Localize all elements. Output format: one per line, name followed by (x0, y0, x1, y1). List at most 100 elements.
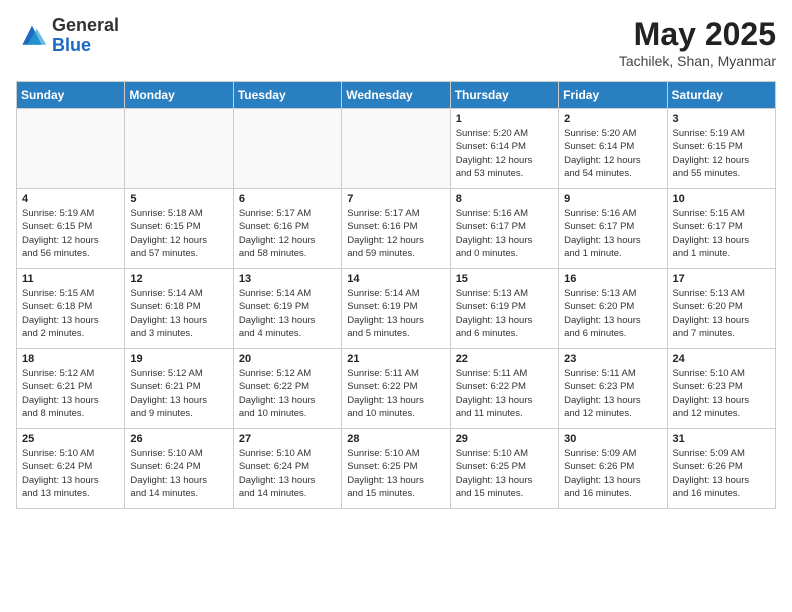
weekday-header: Saturday (667, 82, 775, 109)
day-number: 1 (456, 113, 553, 125)
day-info: Sunrise: 5:13 AM Sunset: 6:20 PM Dayligh… (564, 287, 661, 340)
table-row: 21 Sunrise: 5:11 AM Sunset: 6:22 PM Dayli… (342, 349, 450, 429)
day-info: Sunrise: 5:14 AM Sunset: 6:18 PM Dayligh… (130, 287, 227, 340)
day-info: Sunrise: 5:10 AM Sunset: 6:24 PM Dayligh… (22, 447, 119, 500)
day-info: Sunrise: 5:12 AM Sunset: 6:21 PM Dayligh… (130, 367, 227, 420)
day-number: 8 (456, 193, 553, 205)
logo-general: General (52, 15, 119, 35)
logo-blue: Blue (52, 35, 91, 55)
title-block: May 2025 Tachilek, Shan, Myanmar (619, 16, 776, 69)
day-info: Sunrise: 5:10 AM Sunset: 6:24 PM Dayligh… (239, 447, 336, 500)
weekday-header: Sunday (17, 82, 125, 109)
day-info: Sunrise: 5:17 AM Sunset: 6:16 PM Dayligh… (239, 207, 336, 260)
calendar: SundayMondayTuesdayWednesdayThursdayFrid… (16, 81, 776, 509)
day-number: 28 (347, 433, 444, 445)
day-number: 30 (564, 433, 661, 445)
day-info: Sunrise: 5:14 AM Sunset: 6:19 PM Dayligh… (347, 287, 444, 340)
weekday-header: Wednesday (342, 82, 450, 109)
table-row: 23Sunrise: 5:11 AM Sunset: 6:23 PM Dayli… (559, 349, 667, 429)
table-row: 31 Sunrise: 5:09 AM Sunset: 6:26 PM Dayli… (667, 429, 775, 509)
day-info: Sunrise: 5:12 AM Sunset: 6:22 PM Dayligh… (239, 367, 336, 420)
day-info: Sunrise: 5:09 AM Sunset: 6:26 PM Dayligh… (564, 447, 661, 500)
day-number: 26 (130, 433, 227, 445)
table-row (17, 109, 125, 189)
day-info: Sunrise: 5:19 AM Sunset: 6:15 PM Dayligh… (673, 127, 770, 180)
weekday-header: Thursday (450, 82, 558, 109)
day-info: Sunrise: 5:11 AM Sunset: 6:22 PM Dayligh… (456, 367, 553, 420)
table-row: 26Sunrise: 5:10 AM Sunset: 6:24 PM Dayli… (125, 429, 233, 509)
day-number: 4 (22, 193, 119, 205)
table-row: 19Sunrise: 5:12 AM Sunset: 6:21 PM Dayli… (125, 349, 233, 429)
day-info: Sunrise: 5:11 AM Sunset: 6:23 PM Dayligh… (564, 367, 661, 420)
day-number: 27 (239, 433, 336, 445)
day-info: Sunrise: 5:20 AM Sunset: 6:14 PM Dayligh… (456, 127, 553, 180)
day-info: Sunrise: 5:12 AM Sunset: 6:21 PM Dayligh… (22, 367, 119, 420)
table-row: 7 Sunrise: 5:17 AM Sunset: 6:16 PM Daylig… (342, 189, 450, 269)
day-number: 17 (673, 273, 770, 285)
weekday-row: SundayMondayTuesdayWednesdayThursdayFrid… (17, 82, 776, 109)
day-number: 29 (456, 433, 553, 445)
day-info: Sunrise: 5:10 AM Sunset: 6:25 PM Dayligh… (456, 447, 553, 500)
table-row: 30 Sunrise: 5:09 AM Sunset: 6:26 PM Dayli… (559, 429, 667, 509)
day-number: 22 (456, 353, 553, 365)
day-number: 12 (130, 273, 227, 285)
day-number: 2 (564, 113, 661, 125)
table-row: 27 Sunrise: 5:10 AM Sunset: 6:24 PM Dayli… (233, 429, 341, 509)
table-row: 18 Sunrise: 5:12 AM Sunset: 6:21 PM Dayli… (17, 349, 125, 429)
day-number: 7 (347, 193, 444, 205)
weekday-header: Tuesday (233, 82, 341, 109)
table-row: 24 Sunrise: 5:10 AM Sunset: 6:23 PM Dayli… (667, 349, 775, 429)
day-info: Sunrise: 5:16 AM Sunset: 6:17 PM Dayligh… (456, 207, 553, 260)
day-info: Sunrise: 5:15 AM Sunset: 6:17 PM Dayligh… (673, 207, 770, 260)
day-number: 6 (239, 193, 336, 205)
table-row: 13Sunrise: 5:14 AM Sunset: 6:19 PM Dayli… (233, 269, 341, 349)
table-row: 20 Sunrise: 5:12 AM Sunset: 6:22 PM Dayli… (233, 349, 341, 429)
day-number: 14 (347, 273, 444, 285)
table-row: 16 Sunrise: 5:13 AM Sunset: 6:20 PM Dayli… (559, 269, 667, 349)
table-row: 2 Sunrise: 5:20 AM Sunset: 6:14 PM Daylig… (559, 109, 667, 189)
day-number: 21 (347, 353, 444, 365)
calendar-header: SundayMondayTuesdayWednesdayThursdayFrid… (17, 82, 776, 109)
calendar-week-row: 11Sunrise: 5:15 AM Sunset: 6:18 PM Dayli… (17, 269, 776, 349)
calendar-week-row: 1 Sunrise: 5:20 AM Sunset: 6:14 PM Daylig… (17, 109, 776, 189)
table-row: 11Sunrise: 5:15 AM Sunset: 6:18 PM Dayli… (17, 269, 125, 349)
table-row: 4 Sunrise: 5:19 AM Sunset: 6:15 PM Daylig… (17, 189, 125, 269)
table-row (342, 109, 450, 189)
header: General Blue May 2025 Tachilek, Shan, My… (16, 16, 776, 69)
day-info: Sunrise: 5:10 AM Sunset: 6:25 PM Dayligh… (347, 447, 444, 500)
day-info: Sunrise: 5:10 AM Sunset: 6:23 PM Dayligh… (673, 367, 770, 420)
day-info: Sunrise: 5:09 AM Sunset: 6:26 PM Dayligh… (673, 447, 770, 500)
table-row: 14 Sunrise: 5:14 AM Sunset: 6:19 PM Dayli… (342, 269, 450, 349)
day-number: 24 (673, 353, 770, 365)
day-info: Sunrise: 5:13 AM Sunset: 6:20 PM Dayligh… (673, 287, 770, 340)
calendar-week-row: 18 Sunrise: 5:12 AM Sunset: 6:21 PM Dayli… (17, 349, 776, 429)
table-row: 25Sunrise: 5:10 AM Sunset: 6:24 PM Dayli… (17, 429, 125, 509)
day-number: 3 (673, 113, 770, 125)
table-row: 9Sunrise: 5:16 AM Sunset: 6:17 PM Daylig… (559, 189, 667, 269)
table-row (125, 109, 233, 189)
day-info: Sunrise: 5:20 AM Sunset: 6:14 PM Dayligh… (564, 127, 661, 180)
calendar-week-row: 25Sunrise: 5:10 AM Sunset: 6:24 PM Dayli… (17, 429, 776, 509)
day-info: Sunrise: 5:17 AM Sunset: 6:16 PM Dayligh… (347, 207, 444, 260)
table-row: 1 Sunrise: 5:20 AM Sunset: 6:14 PM Daylig… (450, 109, 558, 189)
day-number: 11 (22, 273, 119, 285)
table-row: 12 Sunrise: 5:14 AM Sunset: 6:18 PM Dayli… (125, 269, 233, 349)
table-row: 22 Sunrise: 5:11 AM Sunset: 6:22 PM Dayli… (450, 349, 558, 429)
table-row: 28 Sunrise: 5:10 AM Sunset: 6:25 PM Dayli… (342, 429, 450, 509)
table-row: 8 Sunrise: 5:16 AM Sunset: 6:17 PM Daylig… (450, 189, 558, 269)
day-info: Sunrise: 5:18 AM Sunset: 6:15 PM Dayligh… (130, 207, 227, 260)
day-info: Sunrise: 5:13 AM Sunset: 6:19 PM Dayligh… (456, 287, 553, 340)
table-row: 3 Sunrise: 5:19 AM Sunset: 6:15 PM Daylig… (667, 109, 775, 189)
day-info: Sunrise: 5:11 AM Sunset: 6:22 PM Dayligh… (347, 367, 444, 420)
day-number: 18 (22, 353, 119, 365)
logo: General Blue (16, 16, 119, 56)
day-number: 9 (564, 193, 661, 205)
weekday-header: Monday (125, 82, 233, 109)
day-number: 16 (564, 273, 661, 285)
day-number: 15 (456, 273, 553, 285)
day-info: Sunrise: 5:19 AM Sunset: 6:15 PM Dayligh… (22, 207, 119, 260)
month-year: May 2025 (619, 16, 776, 53)
day-number: 31 (673, 433, 770, 445)
logo-text: General Blue (52, 16, 119, 56)
day-number: 20 (239, 353, 336, 365)
